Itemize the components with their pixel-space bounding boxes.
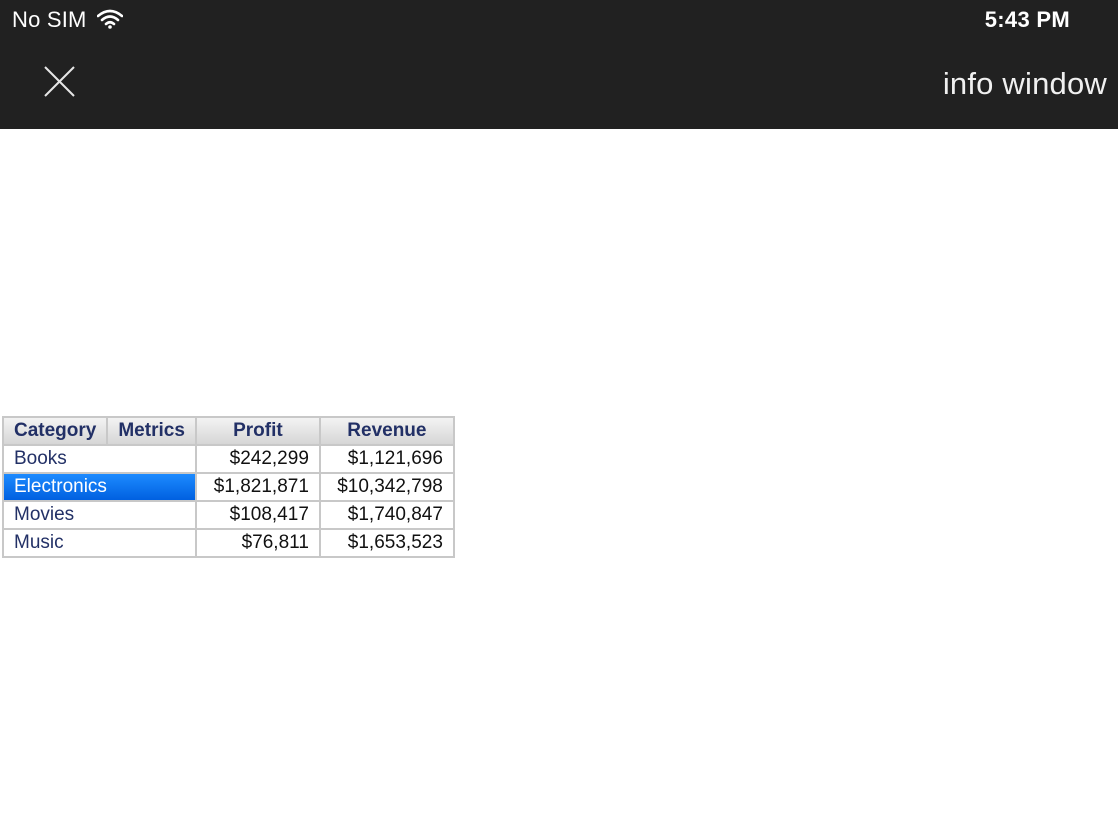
table-row: Books $242,299 $1,121,696 (4, 446, 453, 472)
profit-cell[interactable]: $242,299 (196, 446, 319, 472)
header-profit[interactable]: Profit (196, 418, 319, 444)
profit-cell[interactable]: $76,811 (196, 530, 319, 556)
profit-cell[interactable]: $108,417 (196, 502, 319, 528)
revenue-cell[interactable]: $1,653,523 (320, 530, 453, 556)
row-category-cell[interactable]: Books (4, 446, 195, 472)
top-bar: No SIM 5:43 PM info window (0, 0, 1118, 129)
row-category-cell-selected[interactable]: Electronics (4, 474, 195, 500)
content-area: Category Metrics Profit Revenue Books $2… (0, 129, 1118, 816)
table-row: Music $76,811 $1,653,523 (4, 530, 453, 556)
profit-cell[interactable]: $1,821,871 (196, 474, 319, 500)
header-category[interactable]: Category (4, 418, 107, 444)
data-grid: Category Metrics Profit Revenue Books $2… (2, 416, 455, 558)
header-metrics[interactable]: Metrics (108, 418, 195, 444)
close-icon (44, 66, 75, 97)
revenue-cell[interactable]: $10,342,798 (320, 474, 453, 500)
window-title: info window (942, 66, 1107, 101)
table-row: Electronics $1,821,871 $10,342,798 (4, 474, 453, 500)
revenue-cell[interactable]: $1,121,696 (320, 446, 453, 472)
table-row: Movies $108,417 $1,740,847 (4, 502, 453, 528)
wifi-icon (96, 9, 123, 29)
row-category-cell[interactable]: Music (4, 530, 195, 556)
grid-header-row: Category Metrics Profit Revenue (4, 418, 453, 444)
status-bar-left: No SIM (12, 7, 123, 33)
carrier-label: No SIM (12, 7, 87, 32)
status-time: 5:43 PM (984, 7, 1070, 32)
grid-table: Category Metrics Profit Revenue Books $2… (2, 416, 455, 558)
row-category-cell[interactable]: Movies (4, 502, 195, 528)
close-button[interactable] (38, 60, 82, 104)
header-revenue[interactable]: Revenue (320, 418, 453, 444)
revenue-cell[interactable]: $1,740,847 (320, 502, 453, 528)
